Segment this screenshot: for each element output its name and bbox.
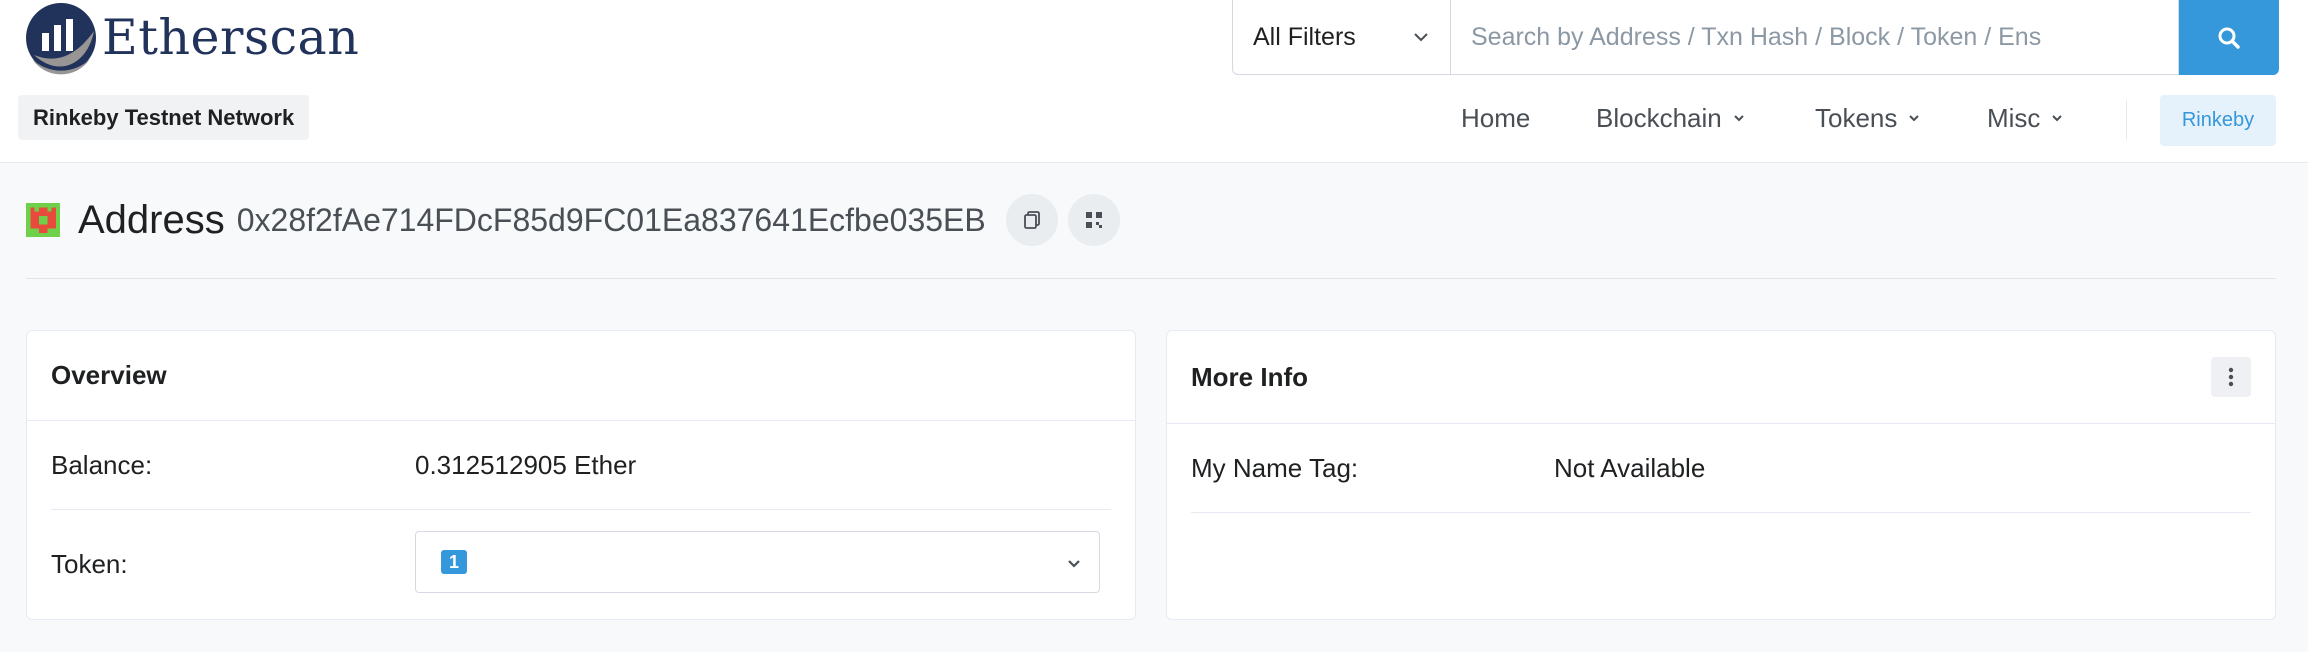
chevron-down-icon xyxy=(1734,115,1744,122)
balance-row: Balance: 0.312512905 Ether xyxy=(51,421,1111,509)
nav-divider xyxy=(2126,100,2127,140)
nav-tokens[interactable]: Tokens xyxy=(1815,95,1921,141)
chevron-down-icon xyxy=(1414,33,1428,42)
more-info-title: More Info xyxy=(1191,361,1308,392)
search-icon xyxy=(2218,27,2240,49)
network-badge: Rinkeby Testnet Network xyxy=(18,95,310,140)
nav-tokens-label: Tokens xyxy=(1815,102,1898,133)
address-identicon-icon xyxy=(26,203,60,237)
token-holdings-dropdown[interactable]: 1 xyxy=(415,531,1100,593)
token-label: Token: xyxy=(51,548,128,579)
search-button[interactable] xyxy=(2179,0,2279,75)
nav-home-label: Home xyxy=(1461,102,1531,133)
name-tag-row: My Name Tag: Not Available xyxy=(1191,424,2251,512)
overview-card: Overview Balance: 0.312512905 Ether Toke… xyxy=(26,330,1136,620)
token-count-badge: 1 xyxy=(441,550,467,574)
etherscan-logo-icon xyxy=(24,1,98,75)
filter-label: All Filters xyxy=(1253,22,1356,51)
name-tag-label: My Name Tag: xyxy=(1191,452,1359,483)
page-title: Address xyxy=(78,197,225,242)
nav-home[interactable]: Home xyxy=(1461,95,1530,141)
nav-misc[interactable]: Misc xyxy=(1987,95,2064,141)
nav-blockchain[interactable]: Blockchain xyxy=(1596,95,1746,141)
more-info-card: More Info My Name Tag: Not Available xyxy=(1166,330,2276,620)
chevron-down-icon xyxy=(2052,115,2063,122)
chevron-down-icon xyxy=(1909,115,1920,122)
overview-header: Overview xyxy=(27,331,1135,421)
more-vertical-icon xyxy=(2228,367,2234,387)
overview-title: Overview xyxy=(51,360,167,390)
qr-code-button[interactable] xyxy=(1067,194,1120,246)
row-divider xyxy=(1191,512,2251,513)
nav-misc-label: Misc xyxy=(1987,102,2041,133)
etherscan-logo[interactable]: Etherscan xyxy=(24,0,359,75)
balance-label: Balance: xyxy=(51,449,153,480)
copy-icon xyxy=(1023,211,1040,229)
network-switch-button[interactable]: Rinkeby xyxy=(2160,95,2276,146)
more-options-button[interactable] xyxy=(2211,357,2251,397)
title-divider xyxy=(26,278,2276,279)
address-title-row: Address 0x28f2fAe714FDcF85d9FC01Ea837641… xyxy=(26,190,1130,250)
name-tag-value: Not Available xyxy=(1554,452,1706,483)
address-hash[interactable]: 0x28f2fAe714FDcF85d9FC01Ea837641Ecfbe035… xyxy=(237,202,986,239)
qr-code-icon xyxy=(1085,212,1102,228)
more-info-header: More Info xyxy=(1167,331,2275,424)
search-input[interactable] xyxy=(1450,0,2179,75)
chevron-down-icon xyxy=(1068,560,1080,568)
nav-blockchain-label: Blockchain xyxy=(1596,102,1722,133)
copy-address-button[interactable] xyxy=(1005,194,1058,246)
balance-value: 0.312512905 Ether xyxy=(415,449,637,480)
search-bar: All Filters xyxy=(1232,0,2279,75)
logo-text: Etherscan xyxy=(102,9,360,66)
site-header: Etherscan Rinkeby Testnet Network All Fi… xyxy=(0,0,2308,163)
filter-select[interactable]: All Filters xyxy=(1232,0,1450,75)
